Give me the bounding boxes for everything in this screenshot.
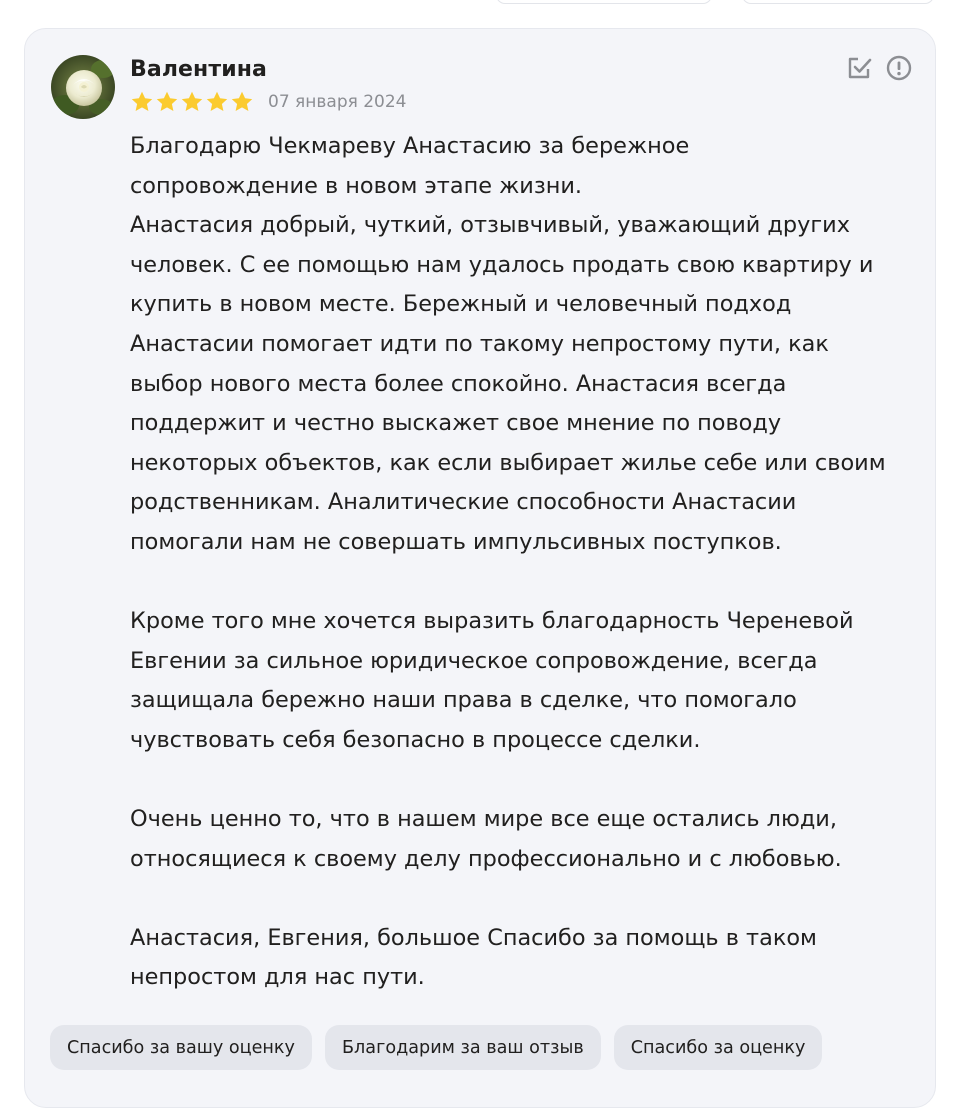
top-partial-controls [0,0,962,10]
review-paragraph-4: Анастасия, Евгения, большое Спасибо за п… [130,924,817,991]
avatar-rose-image [51,55,115,119]
star-icon [131,91,153,111]
review-paragraph-1: Благодарю Чекмареву Анастасию за бережно… [130,133,886,555]
report-icon[interactable] [885,54,913,82]
quick-reply-button[interactable]: Благодарим за ваш отзыв [324,1025,601,1070]
quick-replies: Спасибо за вашу оценку Благодарим за ваш… [50,1025,823,1070]
review-actions [845,54,913,82]
review-text: Благодарю Чекмареву Анастасию за бережно… [130,127,920,998]
review-date: 07 января 2024 [268,92,407,112]
star-icon [231,91,253,111]
star-rating [130,90,254,114]
author-name[interactable]: Валентина [130,57,267,82]
rating-row: 07 января 2024 [130,89,407,115]
quick-reply-button[interactable]: Спасибо за вашу оценку [50,1025,312,1070]
review-paragraph-2: Кроме того мне хочется выразить благодар… [130,608,854,753]
partial-button-left[interactable] [496,0,712,4]
partial-button-right[interactable] [742,0,934,4]
star-icon [181,91,203,111]
star-icon [156,91,178,111]
avatar[interactable] [51,55,115,119]
review-card: Валентина 07 января 2024 Благодарю Чекма… [24,28,936,1108]
review-paragraph-3: Очень ценно то, что в нашем мире все еще… [130,806,842,872]
edit-check-icon[interactable] [845,54,873,82]
star-icon [206,91,228,111]
quick-reply-button[interactable]: Спасибо за оценку [613,1025,823,1070]
